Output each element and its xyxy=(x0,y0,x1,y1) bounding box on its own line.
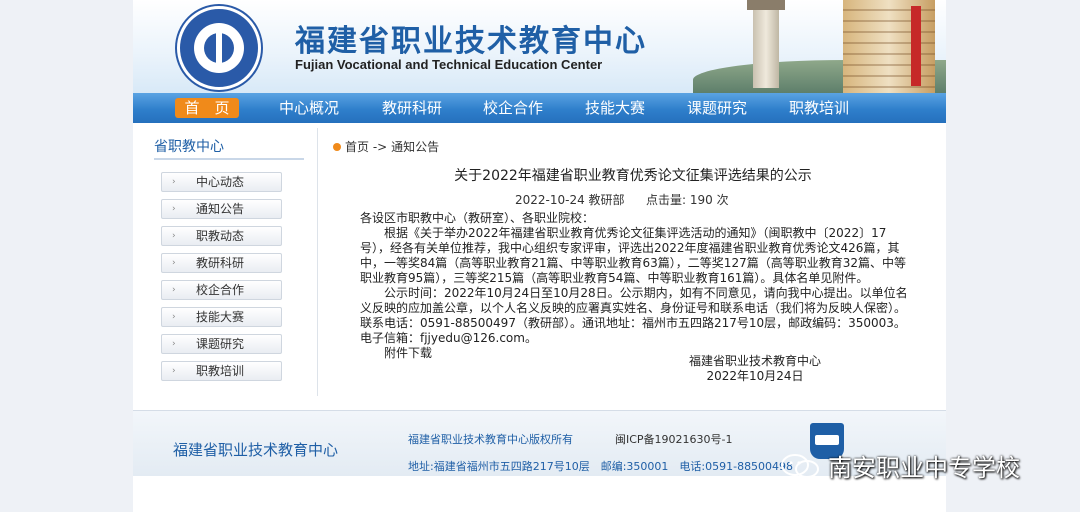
sidebar-divider xyxy=(154,158,304,160)
sidebar-item-label: 教研科研 xyxy=(196,256,245,270)
home-bullet-icon xyxy=(333,143,341,151)
wechat-icon xyxy=(781,454,819,478)
sidebar-item-label: 技能大赛 xyxy=(196,310,245,324)
sidebar-item-research-projects[interactable]: › 课题研究 xyxy=(161,334,282,354)
footer-address: 地址:福建省福州市五四路217号10层 邮编:350001 电话:0591-88… xyxy=(408,460,794,473)
breadcrumb-home[interactable]: 首页 xyxy=(345,140,369,154)
sidebar-item-label: 中心动态 xyxy=(196,175,245,189)
nav-skills-contest[interactable]: 技能大赛 xyxy=(579,93,651,123)
article-paragraph: 根据《关于举办2022年福建省职业教育优秀论文征集评选活动的通知》（闽职教中〔2… xyxy=(360,226,906,285)
sidebar-item-label: 通知公告 xyxy=(196,202,245,216)
breadcrumb-separator: -> xyxy=(372,140,388,154)
sidebar-title: 省职教中心 xyxy=(154,139,224,155)
footer-org-name: 福建省职业技术教育中心 xyxy=(173,441,339,459)
sidebar-item-label: 职教培训 xyxy=(196,364,245,378)
sidebar-item-center-news[interactable]: › 中心动态 xyxy=(161,172,282,192)
article-title: 关于2022年福建省职业教育优秀论文征集评选结果的公示 xyxy=(454,168,812,184)
logo-bar xyxy=(216,27,222,69)
signature-date: 2022年10月24日 xyxy=(706,369,804,383)
sidebar-item-label: 校企合作 xyxy=(196,283,245,297)
chevron-right-icon: › xyxy=(172,312,176,322)
nav-home[interactable]: 首 页 xyxy=(175,98,239,118)
article-body: 各设区市职教中心（教研室）、各职业院校： 根据《关于举办2022年福建省职业教育… xyxy=(360,211,908,361)
breadcrumb-current[interactable]: 通知公告 xyxy=(391,140,439,154)
site-logo[interactable] xyxy=(177,6,261,90)
nav-school-enterprise[interactable]: 校企合作 xyxy=(477,93,549,123)
breadcrumb: 首页 -> 通知公告 xyxy=(333,138,439,155)
article-signature: 福建省职业技术教育中心 2022年10月24日 xyxy=(689,354,821,384)
pagoda-shape xyxy=(747,0,785,88)
sidebar-item-label: 课题研究 xyxy=(196,337,245,351)
attachment-download-link[interactable]: 附件下载 xyxy=(360,346,908,361)
sidebar-item-skills-contest[interactable]: › 技能大赛 xyxy=(161,307,282,327)
signature-org: 福建省职业技术教育中心 xyxy=(689,354,822,368)
nav-research-projects[interactable]: 课题研究 xyxy=(681,93,753,123)
nav-teaching-research[interactable]: 教研科研 xyxy=(376,93,448,123)
building-sign xyxy=(911,6,921,86)
chevron-right-icon: › xyxy=(172,231,176,241)
nav-center-overview[interactable]: 中心概况 xyxy=(273,93,345,123)
sidebar-item-school-enterprise[interactable]: › 校企合作 xyxy=(161,280,282,300)
chevron-right-icon: › xyxy=(172,285,176,295)
footer-copyright: 福建省职业技术教育中心版权所有 xyxy=(408,433,573,446)
chevron-right-icon: › xyxy=(172,204,176,214)
building-windows xyxy=(843,0,935,93)
chevron-right-icon: › xyxy=(172,339,176,349)
article-salutation: 各设区市职教中心（教研室）、各职业院校： xyxy=(360,211,595,225)
chevron-right-icon: › xyxy=(172,177,176,187)
article-date-source: 2022-10-24 教研部 xyxy=(515,193,625,207)
site-title: 福建省职业技术教育中心 xyxy=(295,24,647,59)
article-paragraph: 公示时间：2022年10月24日至10月28日。公示期内，如有不同意见，请向我中… xyxy=(360,286,908,345)
column-divider xyxy=(317,128,318,396)
article-clicks: 点击量: 190 次 xyxy=(646,193,729,207)
chevron-right-icon: › xyxy=(172,366,176,376)
site-footer: 福建省职业技术教育中心 福建省职业技术教育中心版权所有 闽ICP备1902163… xyxy=(133,410,946,476)
sidebar-item-vocational-training[interactable]: › 职教培训 xyxy=(161,361,282,381)
watermark-text: 南安职业中专学校 xyxy=(828,454,1020,482)
site-title-english: Fujian Vocational and Technical Educatio… xyxy=(295,57,603,72)
main-nav: 首 页 中心概况 教研科研 校企合作 技能大赛 课题研究 职教培训 xyxy=(133,93,946,123)
site-header: 福建省职业技术教育中心 Fujian Vocational and Techni… xyxy=(133,0,946,93)
sidebar-item-vocational-news[interactable]: › 职教动态 xyxy=(161,226,282,246)
footer-icp-link[interactable]: 闽ICP备19021630号-1 xyxy=(615,431,733,447)
nav-vocational-training[interactable]: 职教培训 xyxy=(783,93,855,123)
sidebar-item-notices[interactable]: › 通知公告 xyxy=(161,199,282,219)
logo-inner xyxy=(194,23,244,73)
sidebar-item-label: 职教动态 xyxy=(196,229,245,243)
sidebar-item-teaching-research[interactable]: › 教研科研 xyxy=(161,253,282,273)
chevron-right-icon: › xyxy=(172,258,176,268)
header-scenery-image xyxy=(693,0,946,93)
page: 福建省职业技术教育中心 Fujian Vocational and Techni… xyxy=(133,0,946,512)
